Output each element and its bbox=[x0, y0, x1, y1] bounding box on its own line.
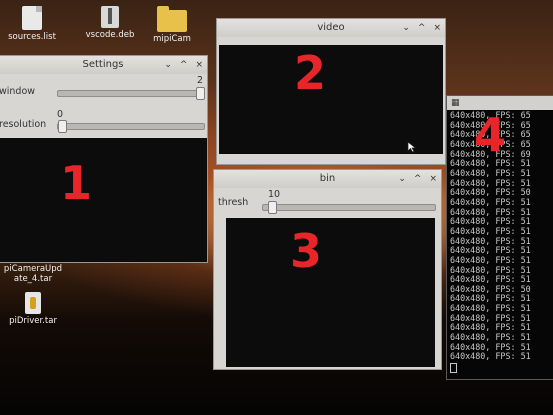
desktop-icon-vscode-deb[interactable]: vscode.deb bbox=[80, 6, 140, 40]
resolution-trackbar-thumb[interactable] bbox=[58, 120, 67, 133]
thresh-trackbar-thumb[interactable] bbox=[268, 201, 277, 214]
settings-image-area bbox=[0, 138, 207, 262]
desktop-icon-label: piDriver.tar bbox=[9, 316, 57, 326]
thresh-trackbar-label: thresh bbox=[218, 197, 249, 208]
window-trackbar[interactable] bbox=[57, 87, 205, 100]
close-button[interactable]: × bbox=[195, 56, 203, 74]
maximize-button[interactable]: ^ bbox=[414, 170, 422, 188]
folder-icon bbox=[157, 6, 187, 32]
desktop-icon-sources-list[interactable]: sources.list bbox=[2, 6, 62, 42]
settings-titlebar[interactable]: Settings ⌄ ^ × bbox=[0, 56, 207, 74]
desktop-icon-label: piCameraUpdate_4.tar bbox=[3, 264, 63, 284]
annotation-number-3: 3 bbox=[290, 224, 323, 278]
archive-icon bbox=[25, 292, 41, 314]
minimize-button[interactable]: ⌄ bbox=[402, 19, 410, 37]
video-window: video ⌄ ^ × bbox=[216, 18, 446, 165]
file-icon bbox=[22, 6, 42, 30]
minimize-button[interactable]: ⌄ bbox=[164, 56, 172, 74]
thresh-trackbar[interactable] bbox=[262, 201, 436, 214]
terminal-menu-icon[interactable]: ▦ bbox=[451, 98, 460, 108]
close-button[interactable]: × bbox=[429, 170, 437, 188]
thresh-trackbar-value: 10 bbox=[268, 189, 281, 200]
minimize-button[interactable]: ⌄ bbox=[398, 170, 406, 188]
window-title: Settings bbox=[82, 59, 124, 70]
resolution-trackbar[interactable] bbox=[57, 120, 205, 133]
desktop-icon-picameraupdate-tar[interactable]: piCameraUpdate_4.tar bbox=[2, 264, 64, 284]
window-title: video bbox=[317, 22, 345, 33]
video-image-area bbox=[219, 45, 443, 154]
desktop-background: sources.list vscode.deb mipiCam piCamera… bbox=[0, 0, 553, 415]
bin-window: bin ⌄ ^ × 10 thresh bbox=[213, 169, 442, 370]
desktop-icon-label: mipiCam bbox=[153, 34, 191, 44]
close-button[interactable]: × bbox=[433, 19, 441, 37]
annotation-number-1: 1 bbox=[60, 156, 93, 210]
desktop-icon-pidriver-tar[interactable]: piDriver.tar bbox=[4, 292, 62, 326]
window-title: bin bbox=[319, 173, 336, 184]
annotation-number-2: 2 bbox=[294, 46, 327, 100]
bin-titlebar[interactable]: bin ⌄ ^ × bbox=[214, 170, 441, 188]
annotation-number-4: 4 bbox=[474, 108, 507, 162]
resolution-trackbar-label: resolution bbox=[0, 119, 47, 130]
resolution-trackbar-value: 0 bbox=[57, 109, 64, 120]
window-trackbar-thumb[interactable] bbox=[196, 87, 205, 100]
desktop-icon-label: sources.list bbox=[8, 32, 56, 42]
desktop-icon-mipicam[interactable]: mipiCam bbox=[142, 6, 202, 44]
terminal-line: 640x480, FPS: 51 bbox=[450, 351, 531, 362]
video-titlebar[interactable]: video ⌄ ^ × bbox=[217, 19, 445, 37]
window-trackbar-label: window bbox=[0, 86, 36, 97]
package-icon bbox=[101, 6, 119, 28]
settings-window: Settings ⌄ ^ × 2 window 0 resolution bbox=[0, 55, 208, 263]
desktop-icon-label: vscode.deb bbox=[85, 30, 135, 40]
mouse-pointer-icon bbox=[407, 141, 417, 153]
maximize-button[interactable]: ^ bbox=[180, 56, 188, 74]
window-trackbar-value: 2 bbox=[197, 75, 204, 86]
maximize-button[interactable]: ^ bbox=[418, 19, 426, 37]
terminal-cursor bbox=[450, 363, 457, 374]
bin-image-area bbox=[226, 218, 435, 367]
